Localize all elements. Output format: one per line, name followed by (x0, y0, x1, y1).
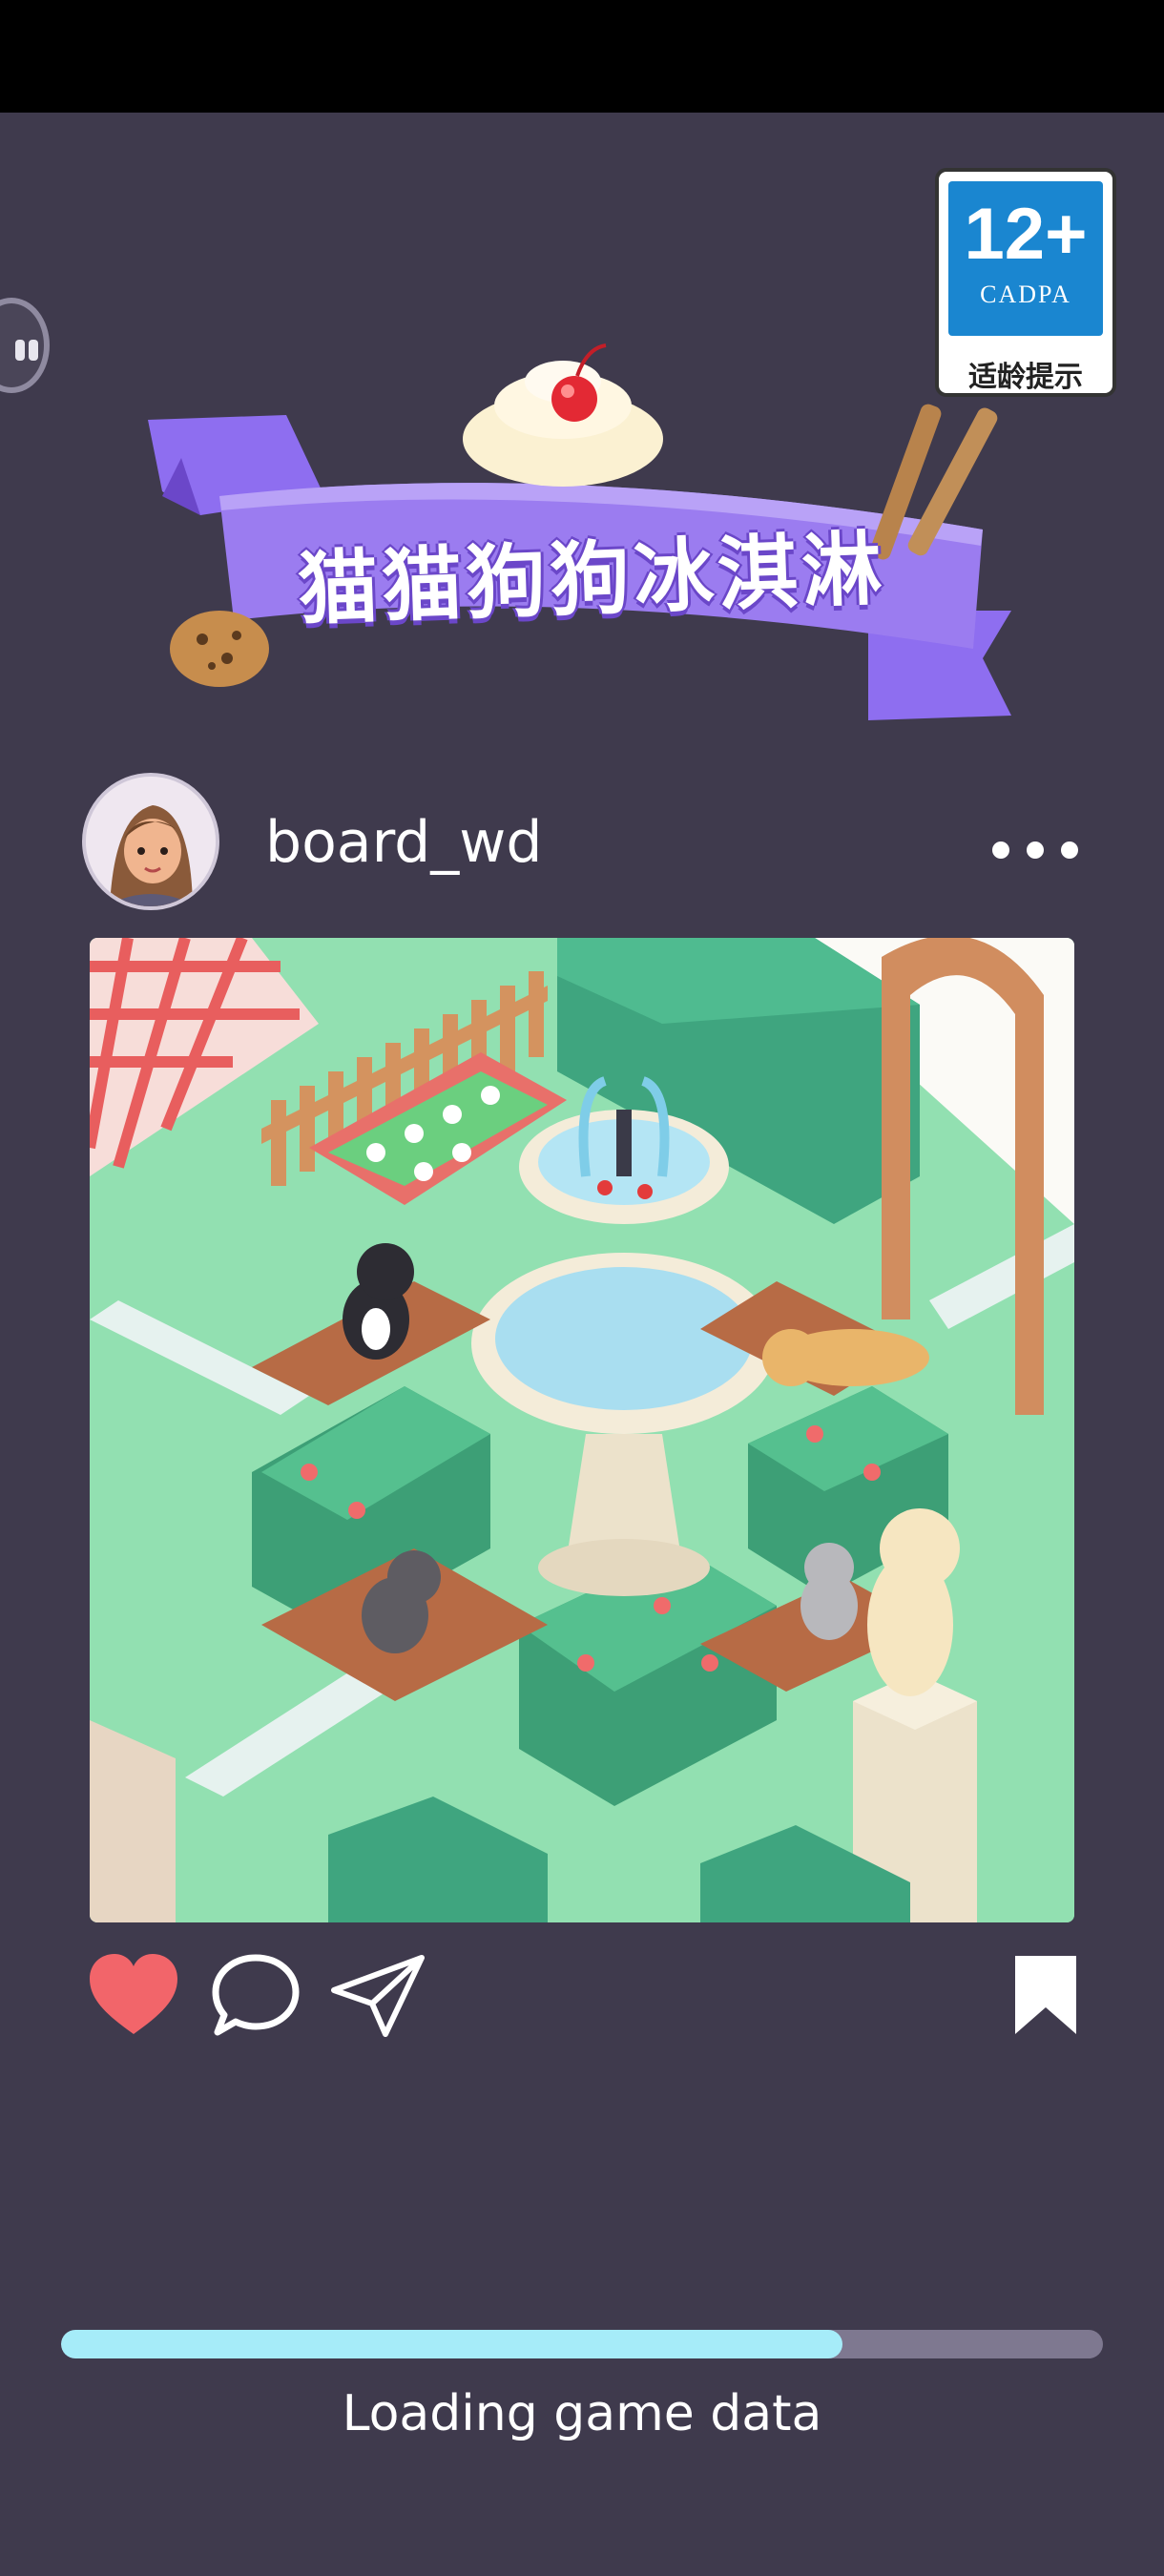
age-rating: 12+ (964, 194, 1088, 275)
loading-progress-fill (61, 2330, 842, 2358)
bookmark-icon (1015, 1956, 1076, 2034)
pause-icon-bar (29, 340, 38, 361)
loading-progress-bar (61, 2330, 1103, 2358)
loading-text: Loading game data (342, 2385, 822, 2442)
age-rating-box: 12+ CADPA (948, 181, 1103, 336)
more-icon[interactable] (983, 830, 1088, 868)
floating-menu-button[interactable] (0, 298, 50, 393)
share-button[interactable] (328, 1952, 427, 2038)
age-rating-org: CADPA (980, 280, 1071, 308)
more-dot (1027, 841, 1044, 859)
comment-icon (212, 1954, 300, 2036)
share-icon (331, 1955, 425, 2037)
more-dot (1061, 841, 1078, 859)
more-dot (992, 841, 1009, 859)
comment-button[interactable] (210, 1952, 301, 2038)
status-bar (0, 0, 1164, 113)
pause-icon (15, 340, 25, 361)
like-button[interactable] (88, 1952, 179, 2038)
bookmark-button[interactable] (1011, 1952, 1080, 2038)
heart-icon (90, 1954, 177, 2034)
username[interactable]: board_wd (265, 809, 542, 876)
game-preview-image (90, 938, 1074, 1922)
avatar[interactable] (82, 773, 219, 910)
title-banner: 猫猫狗狗冰淇淋 (143, 334, 1021, 754)
